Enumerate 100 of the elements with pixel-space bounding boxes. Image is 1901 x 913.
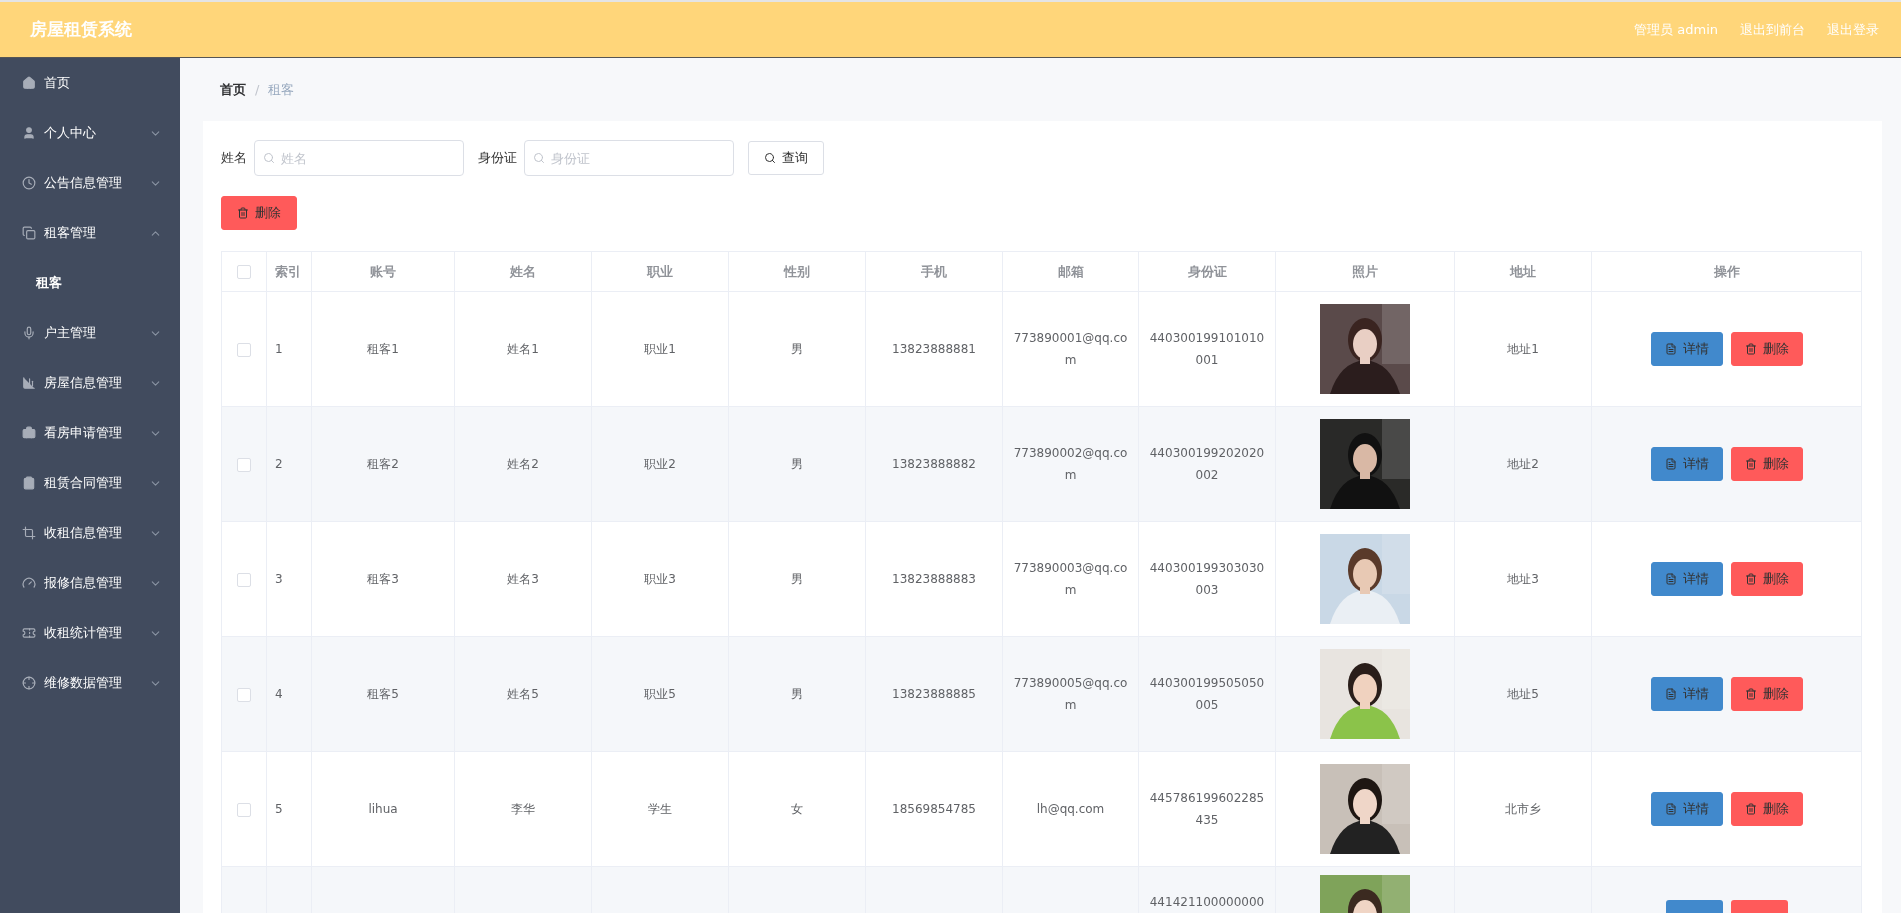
table-cell: 姓名5 — [507, 687, 539, 701]
checkbox[interactable] — [237, 342, 251, 357]
microphone-icon — [22, 326, 36, 340]
sidebar-item[interactable]: 户主管理 — [0, 308, 180, 358]
sidebar-subitem[interactable]: 租客 — [0, 258, 180, 308]
table-cell: 男 — [791, 342, 803, 356]
sidebar-item[interactable]: 房屋信息管理 — [0, 358, 180, 408]
table-cell: 13823888881 — [892, 342, 976, 356]
table-cell: 441421100000000 — [1149, 895, 1265, 909]
breadcrumb-item[interactable]: 首页 — [220, 80, 246, 99]
checkbox[interactable] — [237, 687, 251, 702]
details-button[interactable]: 详情 — [1650, 562, 1723, 596]
table-cell: 职业1 — [644, 342, 676, 356]
trash-icon — [1744, 688, 1757, 700]
user-icon — [22, 126, 36, 140]
sidebar-item[interactable]: 报修信息管理 — [0, 558, 180, 608]
bar-chart-icon — [22, 376, 36, 390]
sidebar-item[interactable]: 收租信息管理 — [0, 508, 180, 558]
sidebar-item[interactable]: 公告信息管理 — [0, 158, 180, 208]
table-cell: 2 — [275, 457, 283, 471]
column-header: 地址 — [1510, 263, 1536, 279]
table-cell: 李华 — [511, 802, 535, 816]
crop-icon — [22, 526, 36, 540]
ticket-icon — [22, 626, 36, 640]
details-button[interactable]: 详情 — [1650, 332, 1723, 366]
delete-button[interactable]: 删除 — [1730, 562, 1803, 596]
checkbox[interactable] — [237, 457, 251, 472]
sidebar-item[interactable]: 收租统计管理 — [0, 608, 180, 658]
table-cell: 13823888885 — [892, 687, 976, 701]
table-cell: 地址5 — [1507, 687, 1539, 701]
table-cell: 445786199602285435 — [1149, 791, 1265, 827]
breadcrumb-item: 租客 — [268, 80, 295, 99]
app-title: 房屋租赁系统 — [30, 18, 133, 41]
table-cell: 姓名3 — [507, 572, 539, 586]
table-cell: 773890001@qq.com — [1013, 331, 1128, 367]
checkbox[interactable] — [237, 265, 251, 280]
column-header: 索引 — [275, 263, 301, 279]
sidebar-item[interactable]: 首页 — [0, 58, 180, 108]
table-cell: 租客1 — [367, 342, 399, 356]
field-label: 姓名 — [221, 149, 247, 167]
table-cell: 学生 — [648, 802, 672, 816]
table-cell: lihua — [368, 802, 398, 816]
search-icon — [764, 152, 776, 164]
clock-icon — [22, 176, 36, 190]
trash-icon — [1744, 803, 1757, 815]
sidebar-item[interactable]: 租客管理 — [0, 208, 180, 258]
trash-icon — [237, 207, 249, 219]
table-cell: 地址3 — [1507, 572, 1539, 586]
delete-button[interactable]: 删除 — [1730, 792, 1803, 826]
table-cell: 773890005@qq.com — [1013, 676, 1128, 712]
table-cell: 地址2 — [1507, 457, 1539, 471]
checkbox[interactable] — [237, 572, 251, 587]
column-header: 姓名 — [510, 263, 536, 279]
table-cell: 职业3 — [644, 572, 676, 586]
search-button[interactable]: 查询 — [748, 141, 824, 175]
table-cell: 姓名2 — [507, 457, 539, 471]
column-header: 手机 — [921, 263, 947, 279]
details-button[interactable]: 详情 — [1650, 792, 1723, 826]
delete-button[interactable]: 删除 — [1730, 447, 1803, 481]
search-field[interactable]: 身份证 — [524, 140, 734, 176]
table-cell: 773890002@qq.com — [1013, 446, 1128, 482]
table-cell: 北市乡 — [1505, 802, 1541, 816]
table-cell: 13823888882 — [892, 457, 976, 471]
checkbox[interactable] — [237, 802, 251, 817]
table-cell: 440300199303030003 — [1149, 561, 1265, 597]
column-header: 身份证 — [1187, 263, 1227, 279]
sidebar-item[interactable]: 看房申请管理 — [0, 408, 180, 458]
table-cell: 5 — [275, 802, 283, 816]
table-cell: 440300199202020002 — [1149, 446, 1265, 482]
column-header: 职业 — [647, 263, 673, 279]
table-cell: 职业2 — [644, 457, 676, 471]
delete-button[interactable]: 删除 — [1730, 677, 1803, 711]
document-icon — [1664, 458, 1677, 470]
sidebar-item[interactable]: 维修数据管理 — [0, 658, 180, 708]
details-button[interactable]: 详情 — [1650, 447, 1723, 481]
column-header: 性别 — [784, 263, 810, 279]
table-cell: 租客3 — [367, 572, 399, 586]
sidebar-item[interactable]: 个人中心 — [0, 108, 180, 158]
column-header: 操作 — [1713, 263, 1740, 279]
table-cell: 440300199101010001 — [1149, 331, 1265, 367]
table-cell: 姓名1 — [507, 342, 539, 356]
user-label: 管理员 admin — [1634, 20, 1718, 39]
search-field[interactable]: 姓名 — [254, 140, 464, 176]
delete-button[interactable]: 删除 — [1730, 332, 1803, 366]
sidebar-item[interactable]: 租赁合同管理 — [0, 458, 180, 508]
delete-button[interactable]: 删除 — [221, 196, 297, 230]
home-icon — [22, 76, 36, 90]
table-cell: 职业5 — [644, 687, 676, 701]
gauge-icon — [22, 576, 36, 590]
crosshair-icon — [22, 676, 36, 690]
table-cell: 773890003@qq.com — [1013, 561, 1128, 597]
table-cell: 男 — [791, 457, 803, 471]
breadcrumb-separator: / — [255, 82, 260, 97]
document-icon — [1664, 573, 1677, 585]
clipboard-check-icon — [22, 476, 36, 490]
column-header: 邮箱 — [1057, 263, 1084, 279]
details-button[interactable]: 详情 — [1650, 677, 1723, 711]
table-cell: 女 — [791, 802, 803, 816]
table-cell: lh@qq.com — [1036, 802, 1105, 816]
column-header: 照片 — [1352, 263, 1378, 279]
